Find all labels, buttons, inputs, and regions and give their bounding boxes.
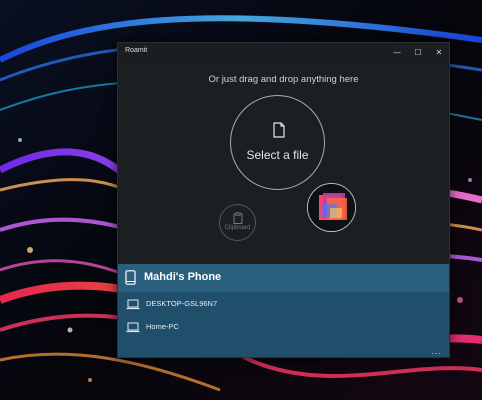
device-item[interactable]: DESKTOP-GSL96N7 (118, 294, 449, 316)
device-name: Home-PC (146, 322, 179, 331)
device-name: DESKTOP-GSL96N7 (146, 299, 218, 308)
close-button[interactable]: ✕ (429, 43, 449, 61)
laptop-icon (126, 299, 140, 310)
drop-hint-text: Or just drag and drop anything here (208, 74, 359, 85)
title-bar[interactable]: Roamit — ☐ ✕ (118, 43, 449, 61)
device-list-panel: Mahdi's Phone DESKTOP-GSL96N7 Home-PC ..… (118, 264, 449, 357)
clipboard-label: Clipboard (224, 225, 251, 231)
phone-icon (125, 270, 136, 285)
clipboard-button[interactable]: Clipboard (219, 204, 256, 241)
minimize-button[interactable]: — (387, 43, 407, 61)
device-item[interactable]: Home-PC (118, 317, 449, 339)
more-options-button[interactable]: ... (431, 346, 442, 356)
laptop-icon (126, 322, 140, 333)
app-title: Roamit (125, 47, 148, 54)
file-icon (273, 122, 285, 138)
select-file-label: Select a file (246, 148, 309, 162)
current-device-header[interactable]: Mahdi's Phone (118, 264, 449, 292)
select-file-button[interactable]: Select a file (230, 95, 325, 190)
clipboard-icon (233, 212, 243, 224)
maximize-button[interactable]: ☐ (408, 43, 428, 61)
current-device-name: Mahdi's Phone (144, 271, 222, 283)
roamit-window: Roamit — ☐ ✕ Or just drag and drop anyth… (117, 42, 450, 358)
recent-photo-button[interactable] (307, 183, 356, 232)
photo-thumbnail-icon (308, 184, 355, 231)
